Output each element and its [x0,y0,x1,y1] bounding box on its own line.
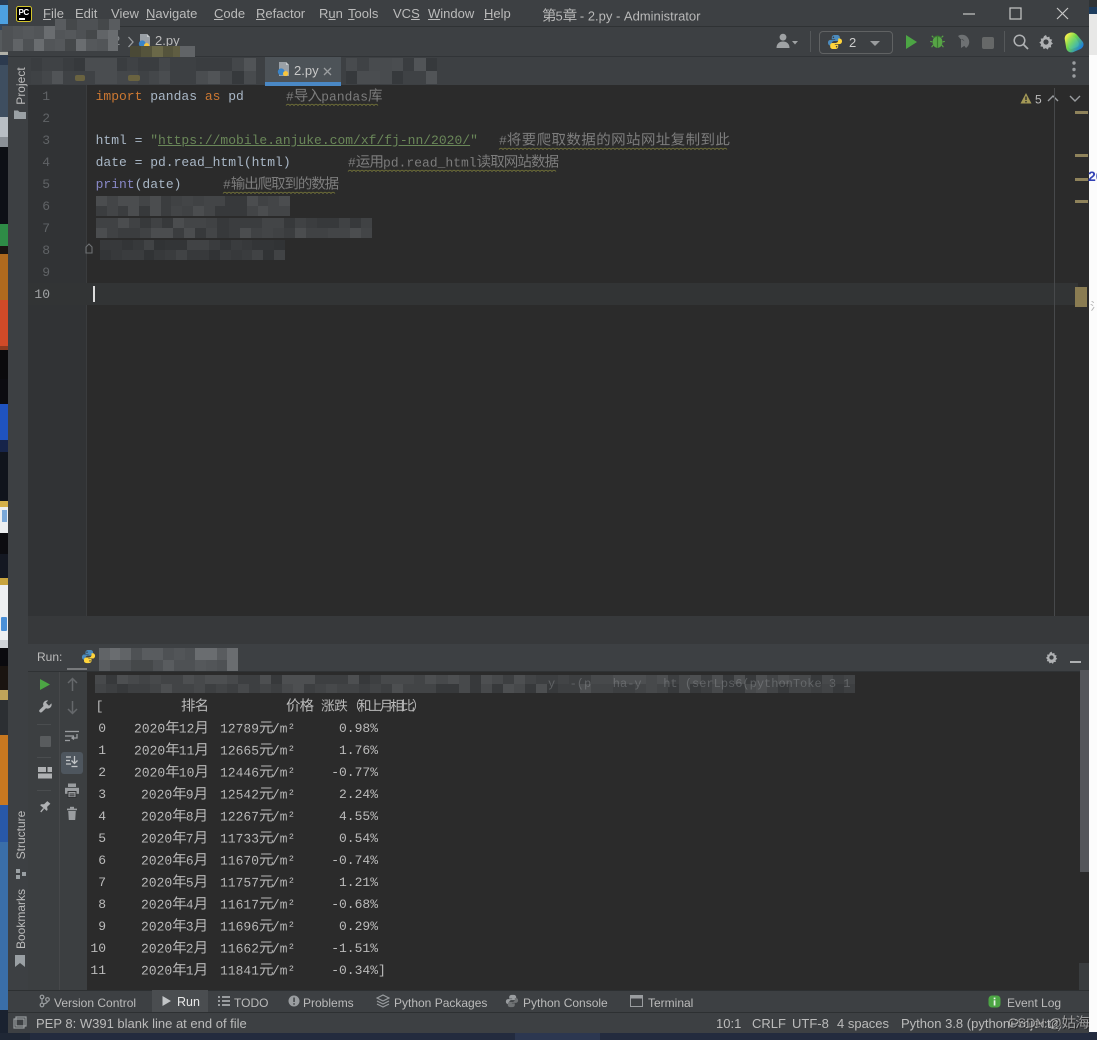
svg-text:5: 5 [1035,93,1042,107]
